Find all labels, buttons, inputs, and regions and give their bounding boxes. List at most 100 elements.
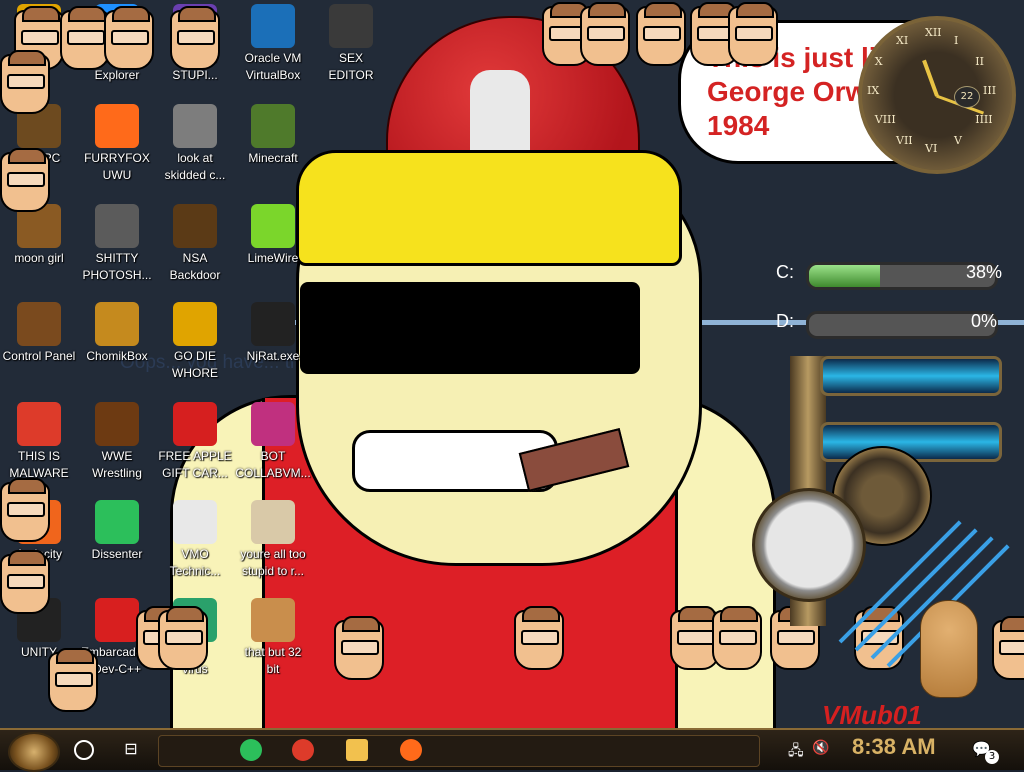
hamster-sticker [920, 600, 978, 698]
desktop-icon-label: NjRat.exe [246, 349, 300, 363]
hank-sticker [334, 616, 384, 680]
drive-c-fill [809, 265, 880, 287]
chomikbox-icon [95, 302, 139, 346]
desktop-icon[interactable]: Minecraft [234, 104, 312, 167]
hank-sticker [580, 2, 630, 66]
godie-icon [173, 302, 217, 346]
desktop-icon-label: Control Panel [2, 349, 76, 363]
desktop-icon[interactable]: NjRat.exe [234, 302, 312, 365]
desktop-icon[interactable]: Control Panel [0, 302, 78, 365]
hank-sticker [992, 616, 1024, 680]
desktop-icon-label: WWE Wrestling [92, 449, 142, 480]
steampunk-monitor-icon [173, 204, 217, 248]
desktop-icon[interactable]: GO DIE WHORE [156, 302, 234, 382]
wallpaper-watermark: VMub01 [822, 700, 922, 730]
desktop-icon-label: FREE APPLE GIFT CAR... [158, 449, 232, 480]
hank-sticker [0, 148, 50, 212]
desktop-icon[interactable]: Oracle VM VirtualBox [234, 4, 312, 84]
dissenter-icon [240, 739, 262, 761]
hex-editor-icon [329, 4, 373, 48]
desktop-icon[interactable]: LimeWire [234, 204, 312, 267]
desktop-icon[interactable]: ChomikBox [78, 302, 156, 365]
desktop-icon-label: SHITTY PHOTOSH... [82, 251, 152, 282]
desktop-icon[interactable]: SHITTY PHOTOSH... [78, 204, 156, 284]
desktop-icon[interactable]: youre all too stupid to r... [234, 500, 312, 580]
portrait-icon [251, 598, 295, 642]
notification-badge: 3 [985, 750, 999, 764]
desktop-icon-label: LimeWire [247, 251, 299, 265]
task-view-icon[interactable]: ⊟ [120, 738, 142, 760]
desktop-icon-label: VMO Technic... [169, 547, 221, 578]
desktop-icon[interactable]: SEX EDITOR [312, 4, 390, 84]
desktop-icon[interactable]: NSA Backdoor [156, 204, 234, 284]
desktop-icon[interactable]: that but 32 bit [234, 598, 312, 678]
desktop-icon[interactable]: moon girl [0, 204, 78, 267]
desktop-icon[interactable]: BOT COLLABVM... [234, 402, 312, 482]
clock-numeral: I [954, 33, 959, 47]
hank-sticker [728, 2, 778, 66]
clock-numeral: XII [925, 26, 942, 39]
hank-sticker [158, 606, 208, 670]
start-button[interactable] [8, 732, 60, 772]
clock-numeral: VI [925, 142, 938, 155]
desktop-icon[interactable]: Dissenter [78, 500, 156, 563]
taskbar-app-button[interactable] [236, 735, 266, 765]
taskbar: ⊟ 🖧 🔇 8:38 AM 💬 3 [0, 728, 1024, 772]
portrait-icon [251, 500, 295, 544]
wallpaper-hand [470, 70, 530, 160]
drive-c-label: C: [776, 262, 794, 282]
file-explorer-icon [346, 739, 368, 761]
desktop-icon[interactable]: THIS IS MALWARE [0, 402, 78, 482]
network-icon[interactable]: 🖧 [788, 740, 804, 764]
desktop-icon-label: THIS IS MALWARE [9, 449, 69, 480]
hank-sticker [0, 550, 50, 614]
volume-muted-icon[interactable]: 🔇 [812, 740, 829, 756]
monitor-icon [251, 402, 295, 446]
taskbar-app-button[interactable] [396, 735, 426, 765]
skull-icon [251, 302, 295, 346]
limewire-icon [251, 204, 295, 248]
search-button[interactable] [74, 740, 94, 760]
clock-date: 22 [954, 86, 980, 108]
desktop-icon-label: Dissenter [91, 547, 143, 561]
clock-numeral: XI [896, 33, 909, 47]
control-panel-icon [17, 302, 61, 346]
drive-c-gauge[interactable]: C: 38% [742, 258, 1024, 290]
desktop-icon[interactable]: look at skidded c... [156, 104, 234, 184]
desktop-icon-label: BOT COLLABVM... [235, 449, 311, 480]
steampunk-tv-icon [95, 402, 139, 446]
hank-sticker [0, 478, 50, 542]
taskbar-app-button[interactable] [288, 735, 318, 765]
system-tray[interactable]: 🖧 🔇 [782, 734, 842, 766]
drive-c-percent: 38% [965, 262, 1003, 282]
desktop-icon-label: ChomikBox [86, 349, 148, 363]
taskbar-clock[interactable]: 8:38 AM [852, 734, 936, 760]
wallpaper-yellow-hat [296, 150, 682, 266]
desktop-icon[interactable]: WWE Wrestling [78, 402, 156, 482]
clock-numeral: VII [896, 134, 913, 148]
clock-numeral: IIII [975, 113, 993, 126]
gimp-icon [95, 204, 139, 248]
minecraft-icon [251, 104, 295, 148]
desktop-icon[interactable]: VMO Technic... [156, 500, 234, 580]
apple-icon [173, 402, 217, 446]
clock-numeral: V [954, 134, 962, 148]
clock-numeral: X [874, 55, 883, 68]
desktop-icon[interactable]: FREE APPLE GIFT CAR... [156, 402, 234, 482]
technician-icon [173, 500, 217, 544]
hank-sticker [170, 6, 220, 70]
desktop-icon-label: GO DIE WHORE [172, 349, 218, 380]
clock-hour-hand [922, 59, 939, 97]
taskbar-app-button[interactable] [342, 735, 372, 765]
folder-files-icon [173, 104, 217, 148]
hank-sticker [60, 6, 110, 70]
hank-sticker [514, 606, 564, 670]
drive-d-gauge[interactable]: D: 0% [742, 307, 1024, 339]
firefox-icon [95, 104, 139, 148]
hank-sticker [636, 2, 686, 66]
chrome-icon [17, 402, 61, 446]
cpu-gauge-gadget[interactable] [752, 488, 866, 602]
hank-sticker [104, 6, 154, 70]
desktop-icon[interactable]: FURRYFOX UWU [78, 104, 156, 184]
clock-gadget[interactable]: 22 XII I II III IIII V VI VII VIII IX X XI [858, 16, 1016, 174]
